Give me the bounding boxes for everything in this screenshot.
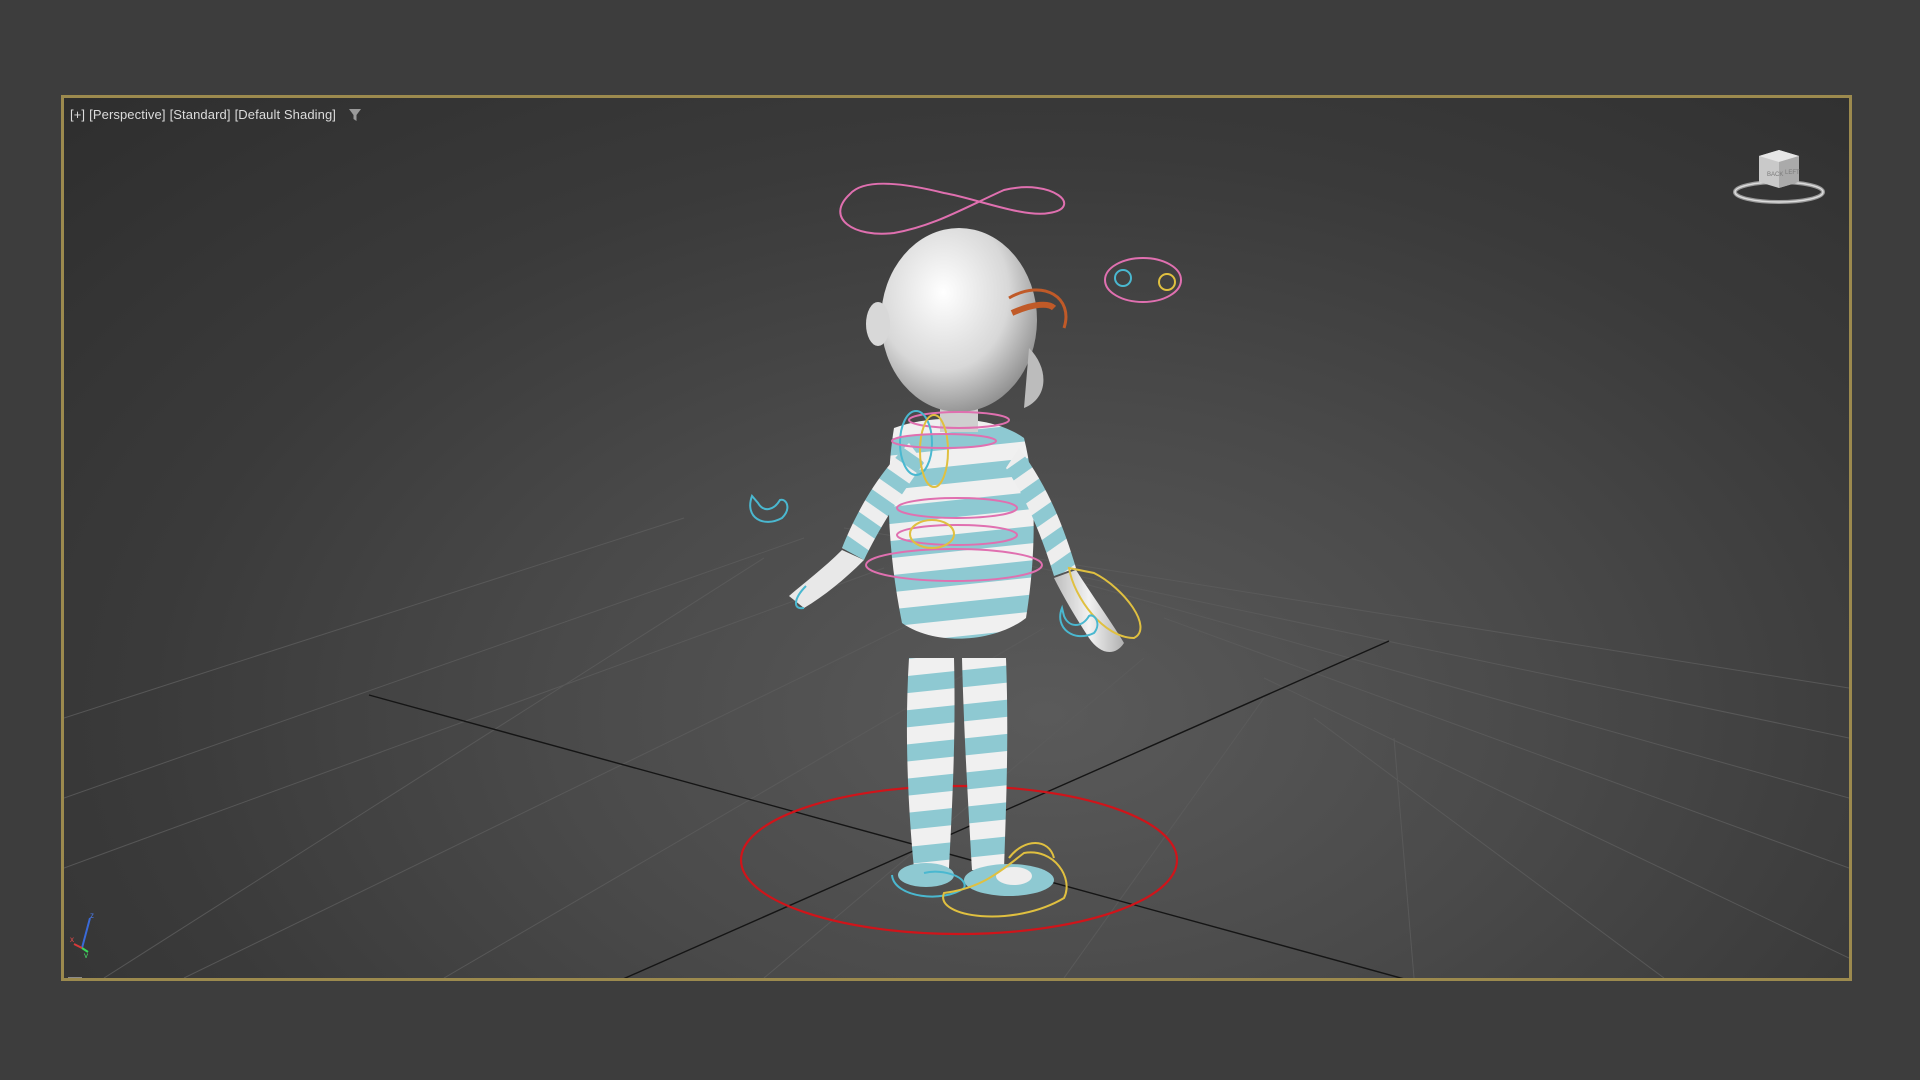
axis-z-label: z <box>90 911 94 920</box>
axis-x-label: x <box>70 935 74 944</box>
viewport-point-of-view-menu[interactable]: [Perspective] <box>89 107 165 122</box>
viewport-shading-menu[interactable]: [Default Shading] <box>235 107 336 122</box>
character-head <box>881 228 1037 412</box>
axis-y-label: y <box>84 951 88 958</box>
viewcube-face-back: BACK <box>1767 172 1783 178</box>
viewport-label-menu: [+] [Perspective] [Standard] [Default Sh… <box>70 107 362 122</box>
axis-tripod: z x y <box>70 908 110 960</box>
perspective-viewport[interactable]: [+] [Perspective] [Standard] [Default Sh… <box>61 95 1852 981</box>
head-control <box>839 182 1065 235</box>
world-axes <box>368 640 1404 978</box>
viewport-general-menu[interactable]: [+] <box>70 107 85 122</box>
viewcube-icon[interactable]: BACK LEFT <box>1729 138 1829 218</box>
eye-look-control <box>1104 257 1182 303</box>
filter-icon[interactable] <box>348 108 362 122</box>
viewport-camera-menu[interactable]: [Standard] <box>170 107 231 122</box>
scene-canvas[interactable] <box>64 98 1849 978</box>
viewcube[interactable]: BACK LEFT <box>1729 138 1829 218</box>
left-shoe <box>898 863 954 887</box>
viewcube-face-left: LEFT <box>1785 170 1800 176</box>
viewport-corner-marker <box>68 977 82 978</box>
character-legs <box>906 658 1008 870</box>
character-ear <box>866 302 890 346</box>
